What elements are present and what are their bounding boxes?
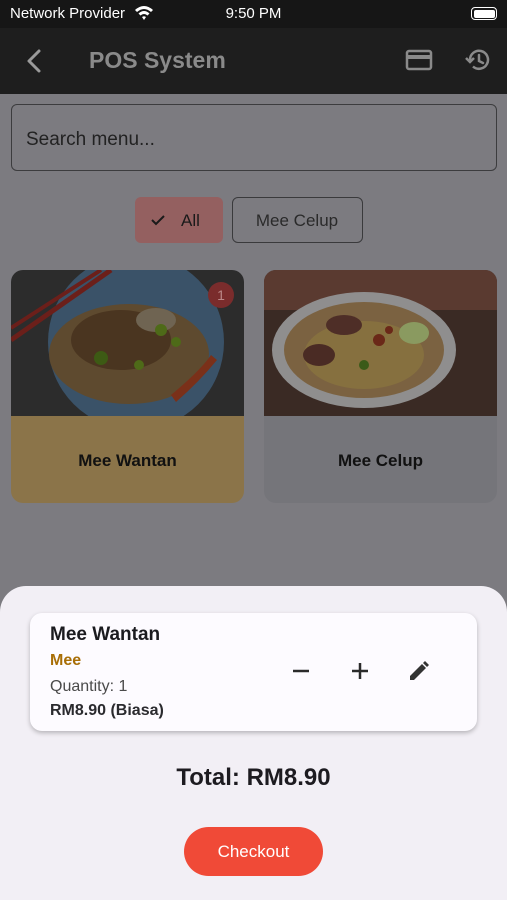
- app-bar: POS System: [0, 28, 507, 94]
- quantity-badge: 1: [208, 282, 234, 308]
- menu-item-name: Mee Celup: [337, 451, 424, 470]
- food-photo: [264, 270, 497, 416]
- cart-item: Mee Wantan Mee Quantity: 1 RM8.90 (Biasa…: [30, 613, 477, 731]
- page-title: POS System: [89, 47, 226, 73]
- plus-icon[interactable]: [346, 657, 374, 685]
- back-arrow-icon[interactable]: [22, 46, 48, 76]
- search-input[interactable]: Search menu...: [11, 104, 497, 171]
- menu-item-footer: Mee Celup: [264, 416, 497, 503]
- minus-icon[interactable]: [287, 657, 315, 685]
- cart-item-category: Mee: [50, 652, 82, 669]
- battery-icon: [471, 7, 497, 20]
- check-icon: [151, 215, 165, 226]
- cart-total: Total: RM8.90: [176, 764, 331, 791]
- checkout-button[interactable]: Checkout: [184, 827, 323, 876]
- edit-pencil-icon[interactable]: [405, 657, 433, 685]
- menu-item-mee-celup[interactable]: Mee Celup: [264, 270, 497, 503]
- filter-chip-mee-celup[interactable]: Mee Celup: [232, 197, 363, 243]
- credit-card-icon[interactable]: [405, 48, 433, 72]
- cart-item-price: RM8.90 (Biasa): [50, 702, 164, 719]
- menu-item-footer: Mee Wantan: [11, 416, 244, 503]
- filter-chip-label: All: [181, 211, 200, 230]
- filter-chip-label: Mee Celup: [255, 211, 339, 230]
- history-icon[interactable]: [463, 45, 493, 75]
- cart-item-name: Mee Wantan: [50, 624, 161, 645]
- filter-chip-all[interactable]: All: [135, 197, 223, 243]
- cart-sheet: Mee Wantan Mee Quantity: 1 RM8.90 (Biasa…: [0, 586, 507, 900]
- search-placeholder: Search menu...: [26, 129, 155, 150]
- menu-item-mee-wantan[interactable]: Mee Wantan: [11, 270, 244, 503]
- status-bar: Network Provider 9:50 PM: [0, 0, 507, 28]
- cart-item-quantity: Quantity: 1: [50, 678, 128, 695]
- clock: 9:50 PM: [225, 5, 282, 22]
- menu-item-name: Mee Wantan: [78, 451, 177, 470]
